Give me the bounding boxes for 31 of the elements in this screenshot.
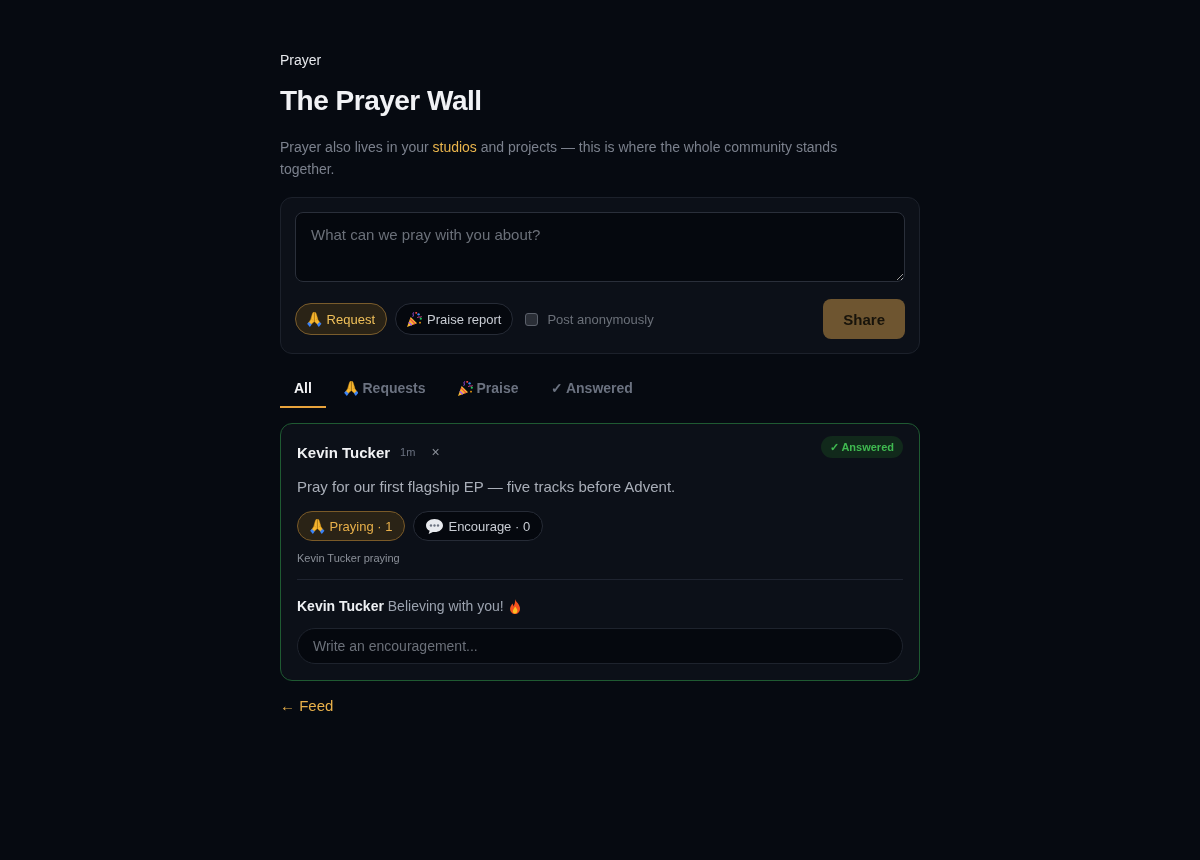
back-link[interactable]: ← Feed	[280, 697, 334, 715]
checkbox[interactable]	[525, 312, 539, 326]
intro-text: Prayer also lives in your studios and projects — this is where the whole community stands together.	[280, 138, 839, 179]
filter-tab[interactable]: ✓ Answered	[536, 370, 647, 408]
post-type-chip[interactable]: Request	[295, 303, 387, 335]
filter-tab[interactable]: All	[280, 370, 326, 408]
praying-hands-icon	[310, 518, 325, 534]
praying-hands-icon	[307, 311, 322, 327]
page-title: The Prayer Wall	[280, 84, 483, 118]
party-popper-icon	[407, 311, 422, 327]
encouragement-input[interactable]: Write an encouragement...	[297, 628, 903, 664]
timestamp: 1m	[400, 446, 416, 458]
filter-tab[interactable]: Requests	[329, 370, 440, 408]
filter-tab[interactable]: Praise	[443, 370, 533, 408]
reaction-button[interactable]: Encourage · 0	[413, 511, 544, 541]
checkbox-label: Post anonymously	[547, 311, 654, 327]
author-name: Kevin Tucker	[297, 443, 391, 461]
praying-hands-icon	[343, 380, 359, 396]
party-popper-icon	[457, 380, 473, 396]
prayer-text: Pray for our first flagship EP — five tracks before Advent.	[297, 477, 677, 497]
breadcrumb-text: Prayer	[280, 51, 323, 70]
answered-badge: ✓ Answered	[820, 436, 903, 458]
post-type-chip[interactable]: Praise report	[395, 303, 514, 335]
reaction-button[interactable]: Praying · 1	[297, 511, 406, 541]
studios-link[interactable]: studios	[432, 139, 477, 155]
prayer-input[interactable]: What can we pray with you about?	[295, 212, 905, 282]
speech-bubble-icon	[426, 518, 444, 534]
comment-text: Kevin Tucker Believing with you!	[297, 597, 504, 616]
praying-note: Kevin Tucker praying	[297, 551, 401, 565]
flame-icon	[509, 598, 520, 614]
delete-button[interactable]: ×	[427, 444, 444, 460]
